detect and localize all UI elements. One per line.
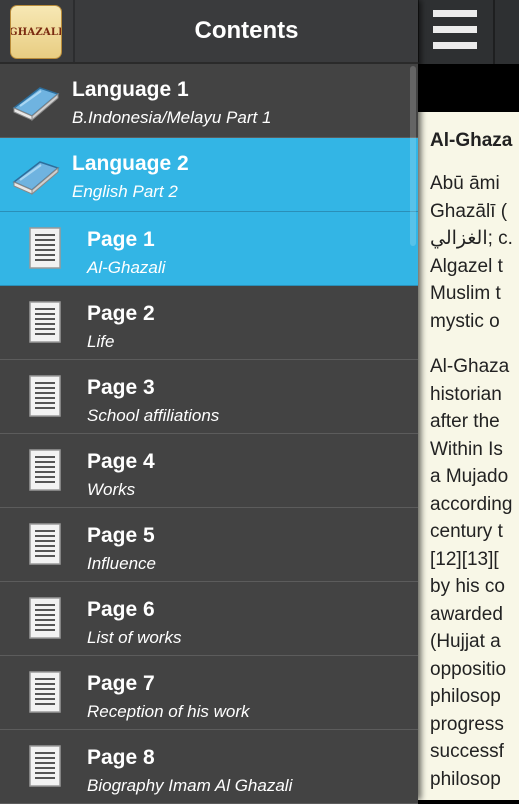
item-title: Page 4 <box>87 450 155 473</box>
article-line: historian <box>430 383 502 405</box>
logo-text: GHAZALI <box>10 26 62 38</box>
article-pane: Al-Ghaza Abū āmi Ghazālī ( الغزالي; c. Alga… <box>418 0 519 800</box>
article-line: a Mujado <box>430 466 509 487</box>
article-line: by his co <box>430 576 505 597</box>
document-icon <box>28 744 62 788</box>
item-subtitle: Biography Imam Al Ghazali <box>87 776 293 795</box>
item-title: Language 2 <box>72 152 189 175</box>
item-subtitle: Influence <box>87 554 156 573</box>
app-logo[interactable]: GHAZALI <box>10 5 62 59</box>
page-item-4[interactable]: Page 2 Life <box>0 286 418 360</box>
item-title: Page 3 <box>87 376 155 399</box>
item-title: Page 7 <box>87 672 155 695</box>
article-line: awarded <box>430 603 503 625</box>
article-line: philosop <box>430 686 501 707</box>
page-item-5[interactable]: Page 3 School affiliations <box>0 360 418 434</box>
item-title: Page 8 <box>87 746 155 769</box>
article-title: Al-Ghaza <box>430 130 513 151</box>
language-item-2[interactable]: Language 2 English Part 2 <box>0 138 418 212</box>
item-title: Page 2 <box>87 302 155 325</box>
article-line: century t <box>430 521 503 542</box>
item-title: Page 1 <box>87 228 155 251</box>
item-title: Language 1 <box>72 78 189 101</box>
article-line: Abū āmi <box>430 173 500 194</box>
article-line: Within Is <box>430 438 503 460</box>
toolbar-divider <box>493 0 495 64</box>
document-icon <box>28 670 62 714</box>
page-item-3[interactable]: Page 1 Al-Ghazali <box>0 212 418 286</box>
article-line: oppositio <box>430 658 507 680</box>
navigation-drawer: GHAZALI Contents Language 1 B.Indonesia/M… <box>0 0 418 804</box>
article-line: الغزالي; c. <box>430 228 513 249</box>
menu-button[interactable] <box>418 0 493 62</box>
article-line: [12][13][ <box>430 548 499 570</box>
content-toolbar <box>418 0 519 64</box>
drawer-header: GHAZALI Contents <box>0 0 418 64</box>
content-header-strip <box>418 64 519 112</box>
article-line: progress <box>430 713 504 735</box>
article-line: Muslim t <box>430 283 501 304</box>
item-subtitle: Al-Ghazali <box>87 258 166 277</box>
item-subtitle: School affiliations <box>87 406 220 425</box>
item-subtitle: Life <box>87 332 115 351</box>
page-item-8[interactable]: Page 6 List of works <box>0 582 418 656</box>
drawer-title: Contents <box>194 17 299 44</box>
article-line: Algazel t <box>430 255 503 277</box>
page-item-6[interactable]: Page 4 Works <box>0 434 418 508</box>
page-item-10[interactable]: Page 8 Biography Imam Al Ghazali <box>0 730 418 804</box>
contents-list: Language 1 B.Indonesia/Melayu Part 1 Lang… <box>0 64 418 804</box>
article-line: successf <box>430 741 504 762</box>
article-line: mystic o <box>430 310 500 332</box>
document-icon <box>28 226 62 270</box>
article-line: Ghazālī ( <box>430 200 508 222</box>
article-line: after the <box>430 411 500 432</box>
item-subtitle: B.Indonesia/Melayu Part 1 <box>72 108 272 127</box>
book-icon <box>10 156 62 198</box>
document-icon <box>28 374 62 418</box>
item-subtitle: English Part 2 <box>72 182 178 201</box>
document-icon <box>28 596 62 640</box>
article-paragraph: Al-Ghaza historian after the Within Is a Muj… <box>430 353 519 793</box>
item-subtitle: Works <box>87 480 136 499</box>
article-line: (Hujjat a <box>430 631 501 652</box>
article-paragraph: Abū āmi Ghazālī ( الغزالي; c. Algazel t Musl… <box>430 170 519 335</box>
article-line: philosop <box>430 768 501 790</box>
language-item-1[interactable]: Language 1 B.Indonesia/Melayu Part 1 <box>0 64 418 138</box>
page-item-9[interactable]: Page 7 Reception of his work <box>0 656 418 730</box>
article-line: according <box>430 493 513 515</box>
book-icon <box>10 82 62 124</box>
item-subtitle: List of works <box>87 628 182 647</box>
document-icon <box>28 522 62 566</box>
document-icon <box>28 448 62 492</box>
article-body: Al-Ghaza Abū āmi Ghazālī ( الغزالي; c. Alga… <box>430 130 519 800</box>
item-subtitle: Reception of his work <box>87 702 250 721</box>
article-line: Al-Ghaza <box>430 356 510 377</box>
page-item-7[interactable]: Page 5 Influence <box>0 508 418 582</box>
item-title: Page 6 <box>87 598 155 621</box>
scrollbar[interactable] <box>410 66 416 246</box>
document-icon <box>28 300 62 344</box>
item-title: Page 5 <box>87 524 155 547</box>
